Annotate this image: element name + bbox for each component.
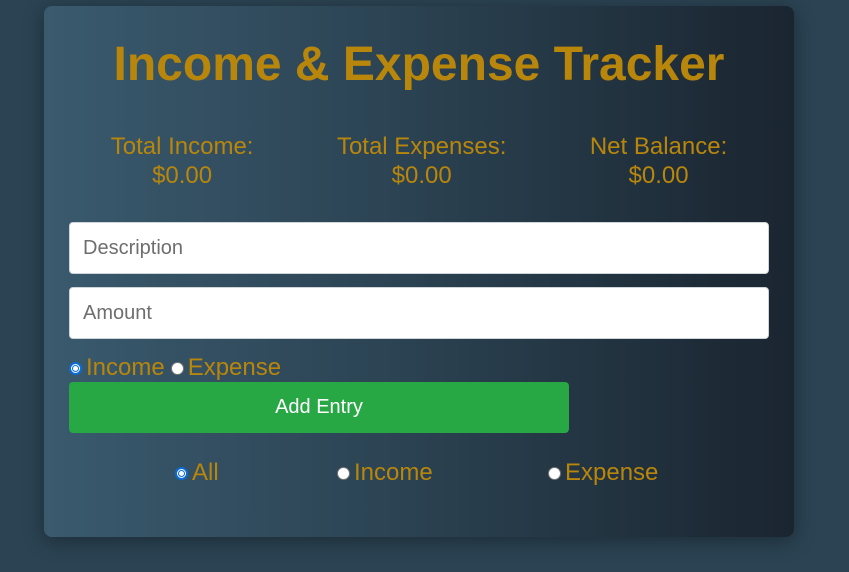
net-balance-label: Net Balance: bbox=[589, 133, 728, 160]
page-title: Income & Expense Tracker bbox=[113, 38, 725, 91]
total-income-label: Total Income: bbox=[110, 133, 254, 160]
filter-income-radio[interactable] bbox=[337, 466, 350, 480]
total-expenses-value: $0.00 bbox=[391, 162, 452, 189]
description-input[interactable] bbox=[69, 222, 769, 274]
filter-option-income[interactable]: Income bbox=[337, 458, 433, 488]
totals-summary: Total Income: $0.00 Total Expenses: $0.0… bbox=[69, 132, 769, 190]
add-entry-button[interactable]: Add Entry bbox=[69, 382, 569, 433]
total-expenses: Total Expenses: $0.00 bbox=[337, 132, 506, 190]
expense-radio[interactable] bbox=[170, 361, 184, 375]
entry-type-group: Income Expense bbox=[69, 353, 281, 383]
total-expenses-label: Total Expenses: bbox=[336, 133, 507, 160]
tracker-card: Income & Expense Tracker Total Income: $… bbox=[44, 6, 794, 537]
filter-option-expense-label: Expense bbox=[565, 459, 659, 486]
type-option-expense-label: Expense bbox=[187, 354, 282, 381]
income-radio[interactable] bbox=[69, 361, 82, 375]
net-balance-value: $0.00 bbox=[628, 162, 689, 189]
net-balance: Net Balance: $0.00 bbox=[590, 132, 727, 190]
filter-all-radio[interactable] bbox=[175, 466, 188, 480]
type-option-income[interactable]: Income bbox=[69, 353, 165, 383]
type-option-income-label: Income bbox=[86, 354, 165, 381]
filter-expense-radio[interactable] bbox=[548, 466, 561, 480]
total-income-value: $0.00 bbox=[152, 162, 213, 189]
filter-option-all[interactable]: All bbox=[175, 458, 219, 488]
total-income: Total Income: $0.00 bbox=[111, 132, 254, 190]
filter-option-income-label: Income bbox=[354, 459, 433, 486]
filter-option-all-label: All bbox=[192, 459, 219, 486]
amount-input[interactable] bbox=[69, 287, 769, 339]
type-option-expense[interactable]: Expense bbox=[170, 353, 282, 383]
filter-option-expense[interactable]: Expense bbox=[548, 458, 658, 488]
